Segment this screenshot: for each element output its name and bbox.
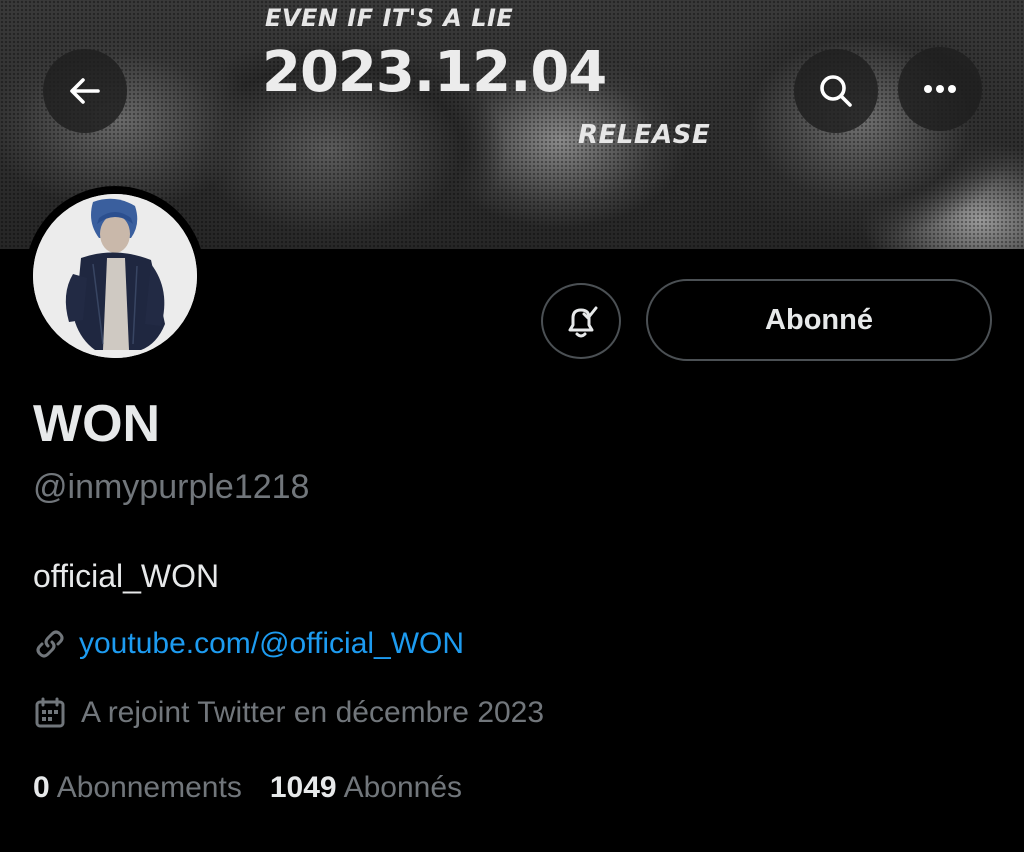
- join-date-row: A rejoint Twitter en décembre 2023: [33, 696, 544, 730]
- banner-date: 2023.12.04: [262, 40, 607, 105]
- avatar-image: [33, 194, 197, 358]
- following-stat[interactable]: 0 Abonnements: [33, 771, 242, 805]
- bell-check-icon: [568, 306, 598, 338]
- more-horizontal-icon: [924, 85, 956, 93]
- followers-stat[interactable]: 1049 Abonnés: [270, 771, 462, 805]
- bio-text: official_WON: [33, 558, 220, 594]
- website-row: youtube.com/@official_WON: [33, 627, 464, 661]
- back-button[interactable]: [43, 49, 127, 133]
- join-date: A rejoint Twitter en décembre 2023: [81, 696, 545, 729]
- display-name: WON: [33, 395, 161, 453]
- following-label: Abonnements: [56, 771, 242, 804]
- website-link[interactable]: youtube.com/@official_WON: [79, 627, 464, 661]
- more-options-button[interactable]: [898, 47, 982, 131]
- follow-stats: 0 Abonnements 1049 Abonnés: [33, 771, 462, 805]
- profile-avatar[interactable]: [25, 186, 205, 366]
- avatar-picture: [33, 194, 197, 358]
- calendar-icon: [35, 697, 65, 728]
- following-count: 0: [33, 771, 50, 804]
- arrow-left-icon: [70, 78, 100, 104]
- banner-title: EVEN IF IT'S A LIE: [265, 4, 514, 32]
- notifications-button[interactable]: [541, 283, 621, 359]
- link-icon: [36, 630, 64, 658]
- followers-count: 1049: [269, 771, 337, 804]
- banner-release: RELEASE: [578, 120, 711, 150]
- search-button[interactable]: [794, 49, 878, 133]
- user-handle: @inmypurple1218: [33, 468, 310, 506]
- followers-label: Abonnés: [343, 771, 463, 804]
- search-icon: [820, 75, 852, 107]
- following-button[interactable]: Abonné: [646, 279, 992, 361]
